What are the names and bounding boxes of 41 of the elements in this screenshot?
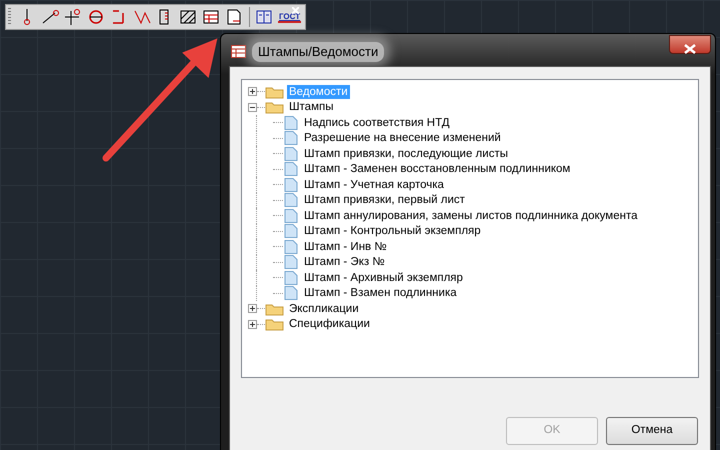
document-icon	[283, 146, 299, 161]
tree-item[interactable]: Разрешение на внесение изменений	[302, 131, 503, 146]
tree-item[interactable]: Штамп - Взамен подлинника	[302, 286, 459, 300]
folder-icon	[265, 317, 284, 332]
tree-item[interactable]: Надпись соответствия НТД	[302, 116, 452, 130]
tree-item[interactable]: Штамп - Контрольный экземпляр	[302, 224, 483, 238]
folder-icon	[265, 302, 284, 316]
tree-item[interactable]: Штамп - Заменен восстановленным подлинником	[302, 162, 572, 176]
window-title: Штампы/Ведомости	[252, 42, 384, 62]
document-icon	[283, 116, 299, 130]
folder-icon	[265, 100, 284, 114]
tree-item[interactable]: Штамп - Экз №	[302, 255, 387, 270]
tree-item[interactable]: Штампы	[287, 100, 336, 114]
expand-toggle[interactable]	[248, 87, 257, 96]
expand-toggle[interactable]	[248, 304, 257, 314]
cancel-button[interactable]: Отмена	[606, 417, 698, 445]
document-icon	[283, 224, 299, 238]
tree-item[interactable]: Экспликации	[287, 302, 361, 316]
tree-item[interactable]: Штамп привязки, последующие листы	[302, 146, 510, 161]
tree-item[interactable]: Штамп - Учетная карточка	[302, 178, 446, 192]
document-icon	[283, 270, 299, 285]
collapse-toggle[interactable]	[248, 102, 257, 112]
close-icon	[684, 44, 696, 54]
document-icon	[283, 193, 299, 208]
expand-toggle[interactable]	[248, 320, 257, 329]
crosshair-icon[interactable]	[63, 7, 83, 27]
tree-item[interactable]: Штамп - Инв №	[302, 240, 389, 254]
tree-item[interactable]: Спецификации	[287, 317, 372, 332]
folder-icon	[265, 84, 284, 99]
tree-item[interactable]: Штамп аннулирования, замены листов подлинника документа	[302, 208, 640, 223]
document-icon	[283, 131, 299, 146]
document-icon	[283, 240, 299, 254]
document-icon	[283, 255, 299, 270]
document-icon	[283, 286, 299, 300]
document-icon	[283, 162, 299, 176]
document-icon	[283, 178, 299, 192]
tree-item[interactable]: Штамп - Архивный экземпляр	[302, 270, 465, 285]
document-icon	[283, 208, 299, 223]
tree-item[interactable]: Штамп привязки, первый лист	[302, 193, 467, 208]
table-icon	[231, 45, 246, 58]
close-button[interactable]	[669, 35, 711, 54]
